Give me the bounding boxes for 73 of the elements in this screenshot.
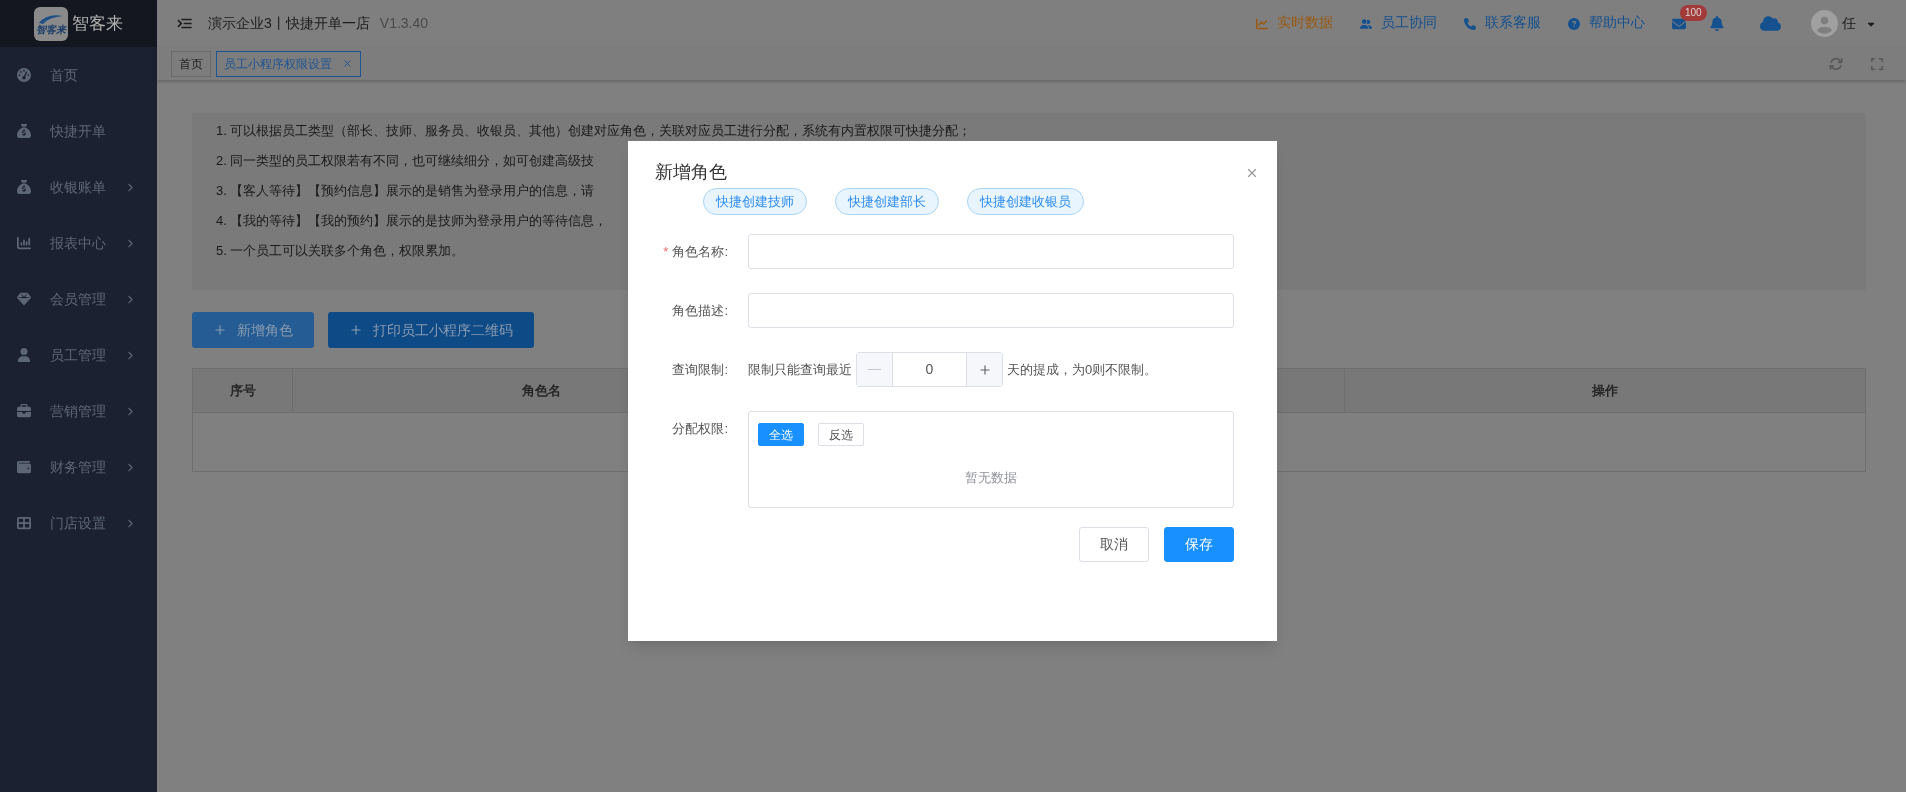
required-mark: * — [663, 242, 669, 261]
help-icon — [1568, 17, 1580, 30]
header-link[interactable]: 员工协同 — [1360, 13, 1437, 34]
select-button[interactable]: 反选 — [818, 423, 864, 446]
sidebar-item[interactable]: 收银账单 — [0, 159, 157, 215]
page-tab[interactable]: 员工小程序权限设置 — [216, 50, 361, 77]
bell-icon[interactable] — [1710, 16, 1724, 31]
logo: 智客来 — [34, 6, 68, 41]
dialog-button[interactable]: 保存 — [1164, 527, 1234, 562]
field-label: 分配权限: — [672, 420, 728, 438]
header-link[interactable]: 联系客服 — [1464, 13, 1541, 34]
number-stepper[interactable]: 0 — [856, 352, 1003, 387]
sidebar-item[interactable]: 员工管理 — [0, 327, 157, 383]
people-icon — [1360, 17, 1372, 30]
line-chart-icon — [1256, 17, 1268, 30]
gauge-icon — [17, 68, 31, 82]
quick-create-button[interactable]: 快捷创建技师 — [703, 188, 807, 215]
limit-suffix-text: 天的提成，为0则不限制。 — [1007, 360, 1158, 379]
sidebar-item[interactable]: 营销管理 — [0, 383, 157, 439]
page-tab[interactable]: 首页 — [171, 50, 211, 77]
grid-icon — [17, 516, 31, 530]
company-title: 演示企业3丨快捷开单一店 — [208, 14, 370, 33]
quick-create-button[interactable]: 快捷创建部长 — [835, 188, 939, 215]
text-field[interactable] — [748, 234, 1234, 269]
fullscreen-icon[interactable] — [1870, 56, 1884, 71]
plus-icon — [977, 362, 992, 377]
dialog-button[interactable]: 取消 — [1079, 527, 1149, 562]
close-icon[interactable] — [342, 58, 353, 69]
plus-icon — [349, 323, 363, 337]
select-button[interactable]: 全选 — [758, 423, 804, 446]
plus-icon — [213, 323, 227, 337]
bar-chart-icon — [17, 236, 31, 250]
decrement-button[interactable] — [857, 353, 893, 386]
text-field[interactable] — [748, 293, 1234, 328]
phone-icon — [1464, 17, 1476, 30]
money-bag-icon — [17, 180, 31, 194]
briefcase-icon — [17, 404, 31, 418]
sidebar-item[interactable]: 首页 — [0, 47, 157, 103]
wallet-icon — [17, 460, 31, 474]
stepper-value: 0 — [924, 360, 935, 379]
money-bag-icon — [17, 124, 31, 138]
empty-text: 暂无数据 — [965, 469, 1017, 487]
count-badge: 100 — [1680, 4, 1707, 21]
dialog-title: 新增角色 — [655, 161, 727, 184]
field-label: 角色名称: — [672, 242, 728, 261]
column-header: 操作 — [1592, 381, 1618, 400]
cloud-icon[interactable] — [1760, 15, 1781, 32]
header-link[interactable]: 帮助中心 — [1568, 13, 1645, 34]
sidebar-item[interactable]: 报表中心 — [0, 215, 157, 271]
note-text: 4. 【我的等待】【我的预约】展示的是技师为登录用户的等待信息， — [216, 212, 608, 230]
person-icon — [17, 348, 31, 362]
field-label: 查询限制: — [672, 360, 728, 379]
note-text: 3. 【客人等待】【预约信息】展示的是销售为登录用户的信息，请 — [216, 182, 595, 200]
limit-prefix-text: 限制只能查询最近 — [748, 360, 852, 379]
sidebar-item[interactable]: 门店设置 — [0, 495, 157, 551]
column-header: 序号 — [229, 381, 256, 400]
sidebar-item[interactable]: 财务管理 — [0, 439, 157, 495]
action-button[interactable]: 打印员工小程序二维码 — [328, 312, 534, 348]
mail-icon[interactable] — [1672, 16, 1686, 31]
minus-icon — [868, 369, 881, 370]
action-button[interactable]: 新增角色 — [192, 312, 314, 348]
quick-create-button[interactable]: 快捷创建收银员 — [967, 188, 1084, 215]
column-header: 角色名 — [521, 381, 561, 400]
brand-name: 智客来 — [72, 12, 123, 35]
field-label: 角色描述: — [672, 301, 728, 320]
refresh-icon[interactable] — [1829, 56, 1843, 71]
increment-button[interactable] — [966, 353, 1002, 386]
sidebar-item[interactable]: 快捷开单 — [0, 103, 157, 159]
avatar-icon[interactable] — [1811, 10, 1838, 37]
note-text: 1. 可以根据员工类型（部长、技师、服务员、收银员、其他）创建对应角色，关联对应员工进行分配，系统有内置权限可快捷分配； — [216, 122, 972, 140]
sidebar-item[interactable]: 会员管理 — [0, 271, 157, 327]
user-name[interactable]: 任 — [1842, 13, 1856, 34]
gem-icon — [17, 292, 31, 306]
